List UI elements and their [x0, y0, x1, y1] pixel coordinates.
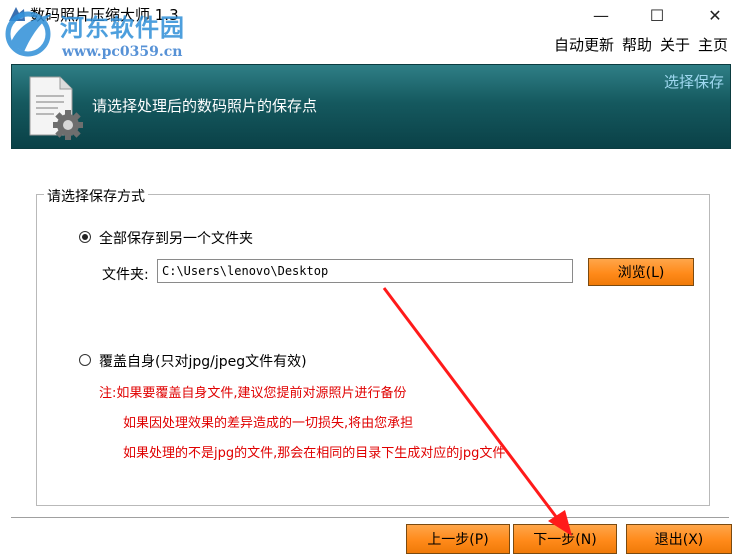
browse-button[interactable]: 浏览(L) [588, 258, 694, 286]
overwrite-original-radio[interactable] [79, 354, 91, 366]
watermark-url: www.pc0359.cn [62, 44, 183, 60]
banner-step-label: 选择保存 [664, 73, 725, 91]
warning-note-1: 注:如果要覆盖自身文件,建议您提前对源照片进行备份 [99, 386, 407, 401]
warning-note-2: 如果因处理效果的差异造成的一切损失,将由您承担 [123, 416, 414, 431]
exit-button[interactable]: 退出(X) [626, 524, 732, 554]
minimize-button[interactable]: — [578, 0, 624, 30]
overwrite-original-label[interactable]: 覆盖自身(只对jpg/jpeg文件有效) [99, 351, 307, 371]
banner-instruction: 请选择处理后的数码照片的保存点 [92, 97, 318, 115]
folder-path-input[interactable] [157, 259, 573, 283]
document-settings-icon [29, 76, 83, 140]
menu-item-about[interactable]: 关于 [656, 34, 694, 56]
previous-step-button[interactable]: 上一步(P) [406, 524, 510, 554]
warning-note-3: 如果处理的不是jpg的文件,那会在相同的目录下生成对应的jpg文件 [123, 446, 506, 461]
maximize-button[interactable]: ☐ [634, 0, 680, 30]
save-mode-group-title: 请选择保存方式 [44, 186, 148, 206]
folder-label: 文件夹: [102, 267, 149, 283]
save-to-folder-label[interactable]: 全部保存到另一个文件夹 [99, 228, 253, 248]
menu-bar: 自动更新 帮助 关于 主页 [550, 34, 732, 56]
step-banner: 请选择处理后的数码照片的保存点 选择保存 [11, 64, 731, 149]
radio-selected-dot [82, 234, 88, 240]
menu-item-homepage[interactable]: 主页 [694, 34, 732, 56]
footer-separator [11, 517, 729, 519]
next-step-button[interactable]: 下一步(N) [513, 524, 617, 554]
close-button[interactable]: ✕ [692, 0, 738, 30]
watermark-logo-icon [5, 11, 52, 57]
watermark-name: 河东软件园 [60, 14, 185, 42]
menu-item-help[interactable]: 帮助 [618, 34, 656, 56]
save-to-folder-radio[interactable] [79, 231, 91, 243]
menu-item-auto-update[interactable]: 自动更新 [550, 34, 618, 56]
